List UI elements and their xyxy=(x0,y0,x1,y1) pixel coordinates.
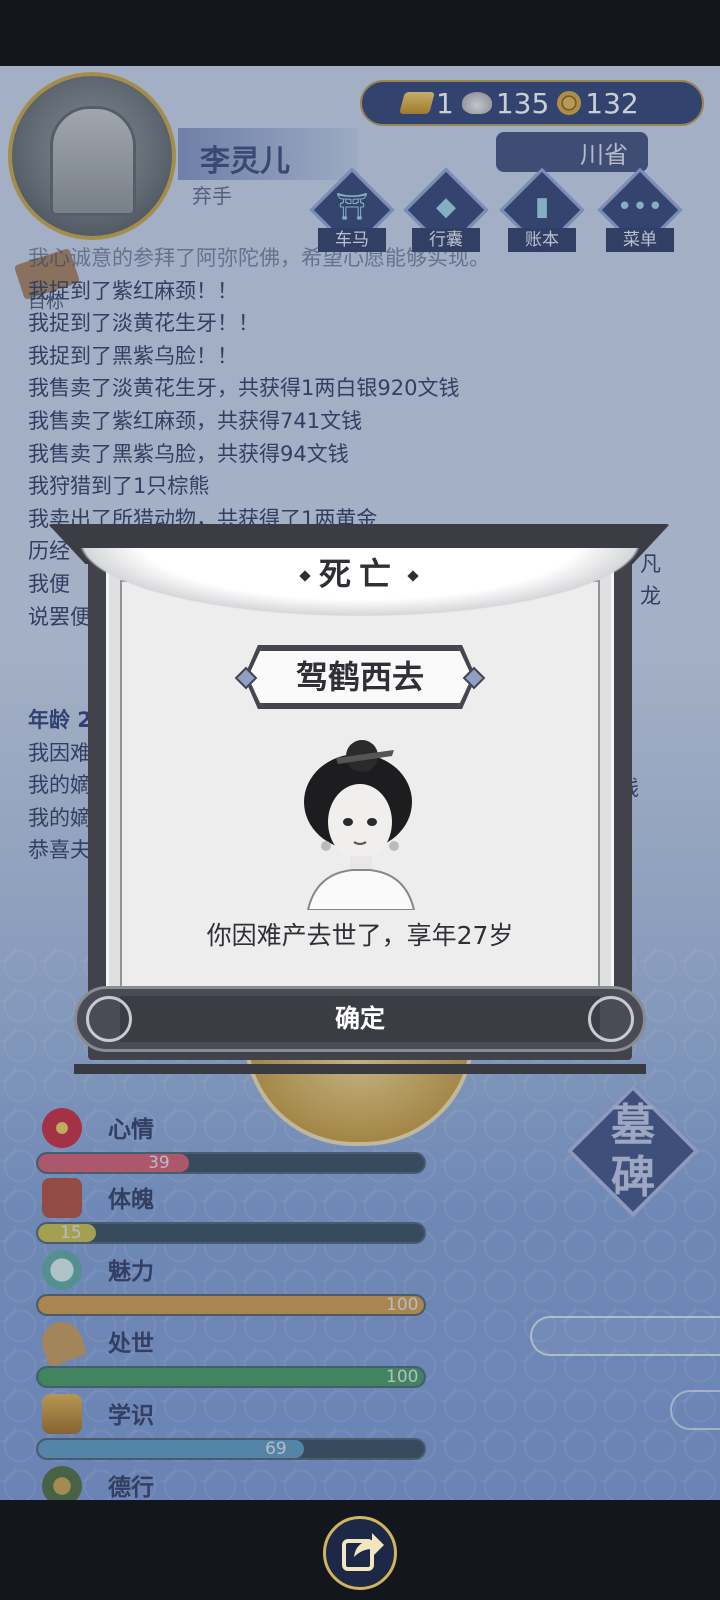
confirm-button[interactable]: 确定 xyxy=(120,996,600,1042)
portrait-face xyxy=(328,784,392,860)
game-screen: 李灵儿 弃手 1 135 132 川省 ⛩ 车马 ◆ 行囊 ▮ 账本 ••• 菜… xyxy=(0,0,720,1600)
portrait-earring xyxy=(321,841,331,851)
title-dot-icon xyxy=(299,570,311,582)
dialog-base xyxy=(74,1064,646,1074)
portrait-robe xyxy=(306,869,416,910)
title-dot-icon xyxy=(407,570,419,582)
dialog-subtitle: 驾鹤西去 xyxy=(295,658,424,696)
portrait-eye xyxy=(343,818,353,826)
share-button[interactable] xyxy=(323,1516,397,1590)
death-message: 你因难产去世了，享年27岁 xyxy=(206,921,514,950)
dialog-title: 死亡 xyxy=(276,552,442,596)
share-icon xyxy=(342,1533,384,1571)
portrait-eye xyxy=(367,818,377,826)
dialog-title-text: 死亡 xyxy=(318,555,399,593)
portrait-earring xyxy=(389,841,399,851)
character-portrait xyxy=(304,740,416,910)
